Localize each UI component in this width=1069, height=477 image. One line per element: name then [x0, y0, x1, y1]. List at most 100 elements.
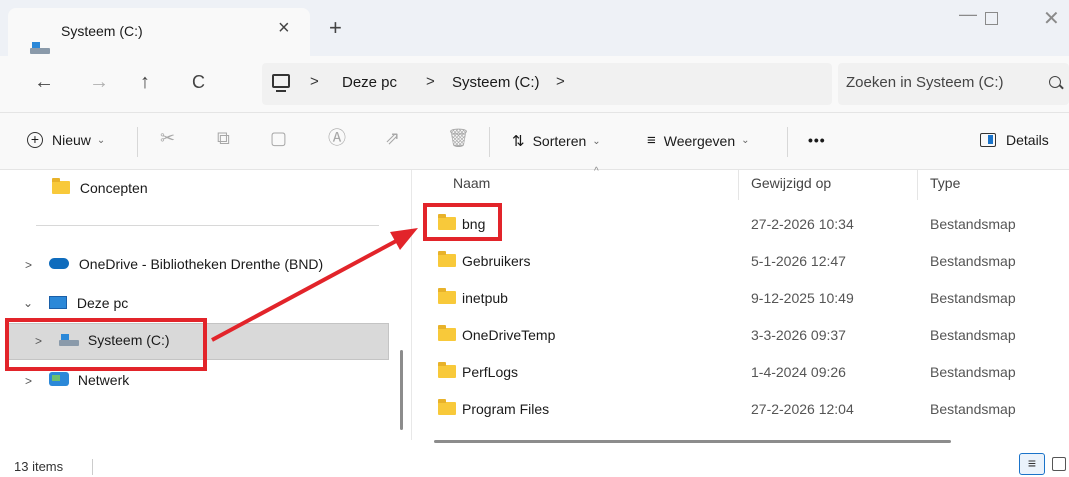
- table-row[interactable]: PerfLogs 1-4-2024 09:26 Bestandsmap: [412, 354, 1069, 391]
- breadcrumb[interactable]: > Deze pc > Systeem (C:) >: [262, 63, 832, 105]
- status-bar: 13 items ≡: [0, 451, 1069, 477]
- view-button[interactable]: ≡ Weergeven ⌄: [647, 132, 750, 149]
- toolbar-divider: [137, 127, 138, 157]
- title-bar: Systeem (C:) × + — ✕: [0, 0, 1069, 56]
- file-type: Bestandsmap: [930, 327, 1016, 343]
- search-icon: [1049, 76, 1061, 88]
- file-name-text: Gebruikers: [462, 253, 531, 269]
- item-count: 13 items: [14, 459, 64, 474]
- back-button[interactable]: ←: [34, 70, 54, 94]
- computer-icon: [49, 296, 67, 309]
- file-modified: 1-4-2024 09:26: [751, 364, 846, 380]
- file-name-text: inetpub: [462, 290, 508, 306]
- chevron-down-icon: ⌄: [96, 134, 106, 146]
- folder-icon: [52, 178, 70, 194]
- forward-button[interactable]: →: [89, 70, 109, 94]
- computer-icon: [272, 74, 290, 92]
- sort-icon: ⇅: [512, 133, 525, 150]
- table-row[interactable]: bng 27-2-2026 10:34 Bestandsmap: [412, 206, 1069, 243]
- cut-icon[interactable]: ✂: [160, 128, 175, 148]
- sort-label: Sorteren: [532, 133, 587, 149]
- details-pane-button[interactable]: Details: [980, 132, 1049, 148]
- column-header-type[interactable]: Type: [930, 175, 960, 191]
- plus-circle-icon: +: [27, 132, 43, 148]
- file-name-text: OneDriveTemp: [462, 327, 556, 343]
- file-type: Bestandsmap: [930, 290, 1016, 306]
- up-button[interactable]: ↑: [140, 70, 150, 94]
- nav-item-label: Netwerk: [77, 372, 130, 388]
- details-view-button[interactable]: ≡: [1019, 453, 1045, 475]
- breadcrumb-separator: >: [426, 73, 435, 90]
- breadcrumb-systeem[interactable]: Systeem (C:): [452, 74, 540, 91]
- file-list: ^ Naam Gewijzigd op Type bng 27-2-2026 1…: [411, 166, 1069, 440]
- nav-item-label: OneDrive - Bibliotheken Drenthe (BND): [78, 256, 324, 272]
- nav-item-concepten[interactable]: Concepten: [52, 178, 148, 196]
- chevron-down-icon: ⌄: [741, 135, 750, 146]
- address-bar: ← → ↑ C > Deze pc > Systeem (C:) > Zoeke…: [0, 56, 1069, 112]
- file-modified: 9-12-2025 10:49: [751, 290, 854, 306]
- close-button[interactable]: ✕: [1043, 6, 1060, 31]
- table-row[interactable]: Gebruikers 5-1-2026 12:47 Bestandsmap: [412, 243, 1069, 280]
- file-name: inetpub: [438, 288, 508, 306]
- horizontal-scrollbar[interactable]: [434, 440, 951, 443]
- table-row[interactable]: Program Files 27-2-2026 12:04 Bestandsma…: [412, 391, 1069, 428]
- nav-item-deze-pc[interactable]: Deze pc: [49, 295, 128, 311]
- drive-icon: [30, 42, 50, 54]
- file-modified: 3-3-2026 09:37: [751, 327, 846, 343]
- file-modified: 27-2-2026 10:34: [751, 216, 854, 232]
- chevron-down-icon: ⌄: [592, 135, 601, 147]
- view-label: Weergeven: [663, 132, 736, 149]
- table-row[interactable]: OneDriveTemp 3-3-2026 09:37 Bestandsmap: [412, 317, 1069, 354]
- nav-scrollbar[interactable]: [400, 350, 403, 430]
- search-input[interactable]: Zoeken in Systeem (C:): [838, 63, 1069, 105]
- chevron-down-icon[interactable]: ⌄: [23, 296, 33, 310]
- share-icon[interactable]: ⇗: [385, 128, 400, 148]
- file-type: Bestandsmap: [930, 253, 1016, 269]
- onedrive-cloud-icon: [49, 258, 69, 269]
- highlight-box-systeem: [5, 318, 207, 371]
- chevron-right-icon[interactable]: >: [25, 374, 32, 388]
- refresh-button[interactable]: C: [192, 70, 205, 94]
- copy-icon[interactable]: ⧉: [217, 128, 230, 148]
- file-type: Bestandsmap: [930, 401, 1016, 417]
- paste-icon[interactable]: ▢: [270, 128, 287, 148]
- toolbar-divider: [787, 127, 788, 157]
- file-type: Bestandsmap: [930, 364, 1016, 380]
- network-icon: [49, 372, 69, 386]
- more-options-button[interactable]: •••: [808, 132, 826, 148]
- column-divider[interactable]: [738, 170, 739, 200]
- rename-icon[interactable]: Ⓐ: [328, 128, 346, 148]
- new-label: Nieuw: [52, 132, 91, 148]
- column-header-name[interactable]: Naam: [453, 175, 490, 191]
- toolbar-divider: [489, 127, 490, 157]
- nav-item-netwerk[interactable]: Netwerk: [49, 372, 129, 388]
- tiles-view-button[interactable]: [1052, 457, 1066, 471]
- sort-button[interactable]: ⇅ Sorteren ⌄: [512, 132, 601, 150]
- tab-systeem[interactable]: Systeem (C:) ×: [8, 8, 310, 56]
- folder-icon: [438, 325, 456, 341]
- file-name: Program Files: [438, 399, 550, 417]
- sort-ascending-icon: ^: [594, 166, 599, 177]
- folder-icon: [438, 288, 456, 304]
- nav-item-label: Concepten: [79, 180, 148, 196]
- column-divider[interactable]: [917, 170, 918, 200]
- file-name-text: Program Files: [462, 401, 550, 417]
- column-header-modified[interactable]: Gewijzigd op: [751, 175, 831, 191]
- chevron-right-icon[interactable]: >: [25, 258, 32, 272]
- folder-icon: [438, 399, 456, 415]
- search-placeholder: Zoeken in Systeem (C:): [846, 74, 1004, 91]
- new-tab-button[interactable]: +: [329, 17, 342, 39]
- details-pane-icon: [980, 133, 996, 147]
- maximize-button[interactable]: [985, 12, 998, 25]
- nav-item-onedrive[interactable]: OneDrive - Bibliotheken Drenthe (BND): [49, 256, 323, 272]
- minimize-button[interactable]: —: [959, 4, 977, 25]
- navigation-pane: Concepten > OneDrive - Bibliotheken Dren…: [0, 170, 408, 440]
- highlight-box-bng: [423, 203, 502, 241]
- delete-icon[interactable]: 🗑: [447, 128, 470, 148]
- breadcrumb-deze-pc[interactable]: Deze pc: [342, 74, 397, 91]
- new-button[interactable]: + Nieuw ⌄: [27, 132, 105, 148]
- file-name: OneDriveTemp: [438, 325, 556, 343]
- table-row[interactable]: inetpub 9-12-2025 10:49 Bestandsmap: [412, 280, 1069, 317]
- tab-close-button[interactable]: ×: [278, 18, 290, 38]
- command-bar: + Nieuw ⌄ ✂ ⧉ ▢ Ⓐ ⇗ 🗑 ⇅ Sorteren ⌄ ≡ Wee…: [0, 112, 1069, 170]
